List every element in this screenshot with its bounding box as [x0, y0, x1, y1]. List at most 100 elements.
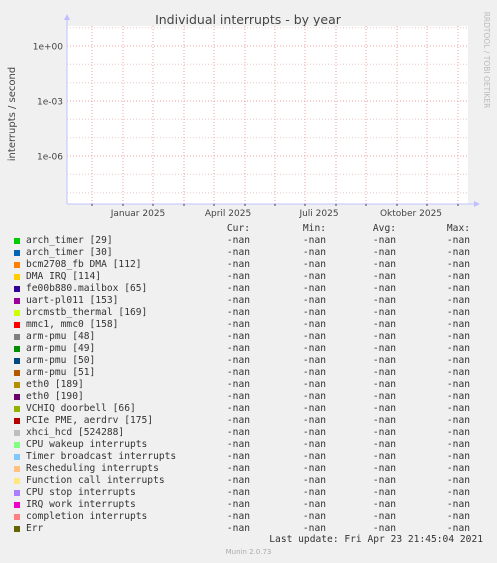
legend-value-max: -nan [446, 319, 470, 330]
legend-value-max: -nan [446, 475, 470, 486]
legend-swatch [14, 346, 20, 352]
legend-value-cur: -nan [226, 331, 250, 342]
legend-swatch [14, 490, 20, 496]
legend-value-avg: -nan [372, 403, 396, 414]
legend-value-max: -nan [446, 271, 470, 282]
legend-value-max: -nan [446, 403, 470, 414]
legend-value-cur: -nan [226, 439, 250, 450]
legend-value-cur: -nan [226, 403, 250, 414]
legend-value-min: -nan [302, 415, 326, 426]
legend-value-avg: -nan [372, 319, 396, 330]
legend-value-max: -nan [446, 355, 470, 366]
legend-row: bcm2708_fb DMA [112] -nan -nan -nan -nan [0, 259, 497, 271]
legend-row: Rescheduling interrupts -nan -nan -nan -nan [0, 463, 497, 475]
chart-title: Individual interrupts - by year [155, 12, 342, 27]
legend-row: CPU stop interrupts -nan -nan -nan -nan [0, 487, 497, 499]
legend-value-min: -nan [302, 487, 326, 498]
legend-value-avg: -nan [372, 487, 396, 498]
legend-swatch [14, 466, 20, 472]
y-axis-label: interrupts / second [7, 67, 18, 161]
legend-value-max: -nan [446, 235, 470, 246]
legend-series-name: eth0 [189] [26, 379, 84, 390]
legend-swatch [14, 238, 20, 244]
legend-row: VCHIQ doorbell [66] -nan -nan -nan -nan [0, 403, 497, 415]
legend-series-name: DMA IRQ [114] [26, 271, 102, 282]
legend-value-min: -nan [302, 439, 326, 450]
legend-swatch [14, 406, 20, 412]
legend-value-min: -nan [302, 235, 326, 246]
legend-value-cur: -nan [226, 379, 250, 390]
legend-value-max: -nan [446, 247, 470, 258]
legend-value-avg: -nan [372, 391, 396, 402]
legend-row: completion interrupts -nan -nan -nan -nan [0, 511, 497, 523]
rrdtool-watermark: RRDTOOL / TOBI OETIKER [482, 12, 491, 109]
y-tick-label: 1e+00 [33, 43, 64, 53]
legend-series-name: IRQ work interrupts [26, 499, 136, 510]
x-tick-label: April 2025 [205, 209, 251, 219]
legend-swatch [14, 382, 20, 388]
header-max: Max: [446, 223, 470, 234]
legend-value-min: -nan [302, 355, 326, 366]
legend-value-cur: -nan [226, 367, 250, 378]
legend-value-max: -nan [446, 427, 470, 438]
legend-value-avg: -nan [372, 427, 396, 438]
legend-swatch [14, 298, 20, 304]
header-min: Min: [302, 223, 326, 234]
legend-series-name: eth0 [190] [26, 391, 84, 402]
legend-value-min: -nan [302, 499, 326, 510]
legend-value-min: -nan [302, 307, 326, 318]
legend-value-cur: -nan [226, 487, 250, 498]
legend-series-name: Function call interrupts [26, 475, 165, 486]
legend-swatch [14, 286, 20, 292]
legend-series-name: CPU stop interrupts [26, 487, 136, 498]
legend-value-avg: -nan [372, 307, 396, 318]
legend-value-max: -nan [446, 499, 470, 510]
legend-swatch [14, 430, 20, 436]
legend-value-avg: -nan [372, 499, 396, 510]
legend-swatch [14, 502, 20, 508]
legend-value-cur: -nan [226, 511, 250, 522]
legend-series-name: xhci_hcd [524288] [26, 427, 125, 438]
legend-value-cur: -nan [226, 391, 250, 402]
legend-row: IRQ work interrupts -nan -nan -nan -nan [0, 499, 497, 511]
legend-row: DMA IRQ [114] -nan -nan -nan -nan [0, 271, 497, 283]
legend-series-name: arm-pmu [50] [26, 355, 96, 366]
legend-value-min: -nan [302, 463, 326, 474]
legend-series-name: brcmstb_thermal [169] [26, 307, 148, 318]
legend-value-min: -nan [302, 343, 326, 354]
legend-value-cur: -nan [226, 283, 250, 294]
legend-row: arch_timer [29] -nan -nan -nan -nan [0, 235, 497, 247]
legend-value-max: -nan [446, 331, 470, 342]
legend-value-min: -nan [302, 379, 326, 390]
munin-version: Munin 2.0.73 [225, 548, 272, 556]
legend-series-name: PCIe PME, aerdrv [175] [26, 415, 154, 426]
header-cur: Cur: [226, 223, 250, 234]
legend-swatch [14, 322, 20, 328]
legend-value-max: -nan [446, 391, 470, 402]
legend-value-avg: -nan [372, 283, 396, 294]
legend-value-avg: -nan [372, 295, 396, 306]
legend-row: fe00b880.mailbox [65] -nan -nan -nan -nan [0, 283, 497, 295]
legend-value-min: -nan [302, 331, 326, 342]
x-tick-labels: Januar 2025 April 2025 Juli 2025 Oktober 20… [110, 209, 442, 219]
legend-row: brcmstb_thermal [169] -nan -nan -nan -nan [0, 307, 497, 319]
legend-value-min: -nan [302, 427, 326, 438]
legend-value-cur: -nan [226, 451, 250, 462]
legend-value-avg: -nan [372, 271, 396, 282]
legend-swatch [14, 250, 20, 256]
legend-series-name: arm-pmu [48] [26, 331, 96, 342]
legend-row: Function call interrupts -nan -nan -nan -nan [0, 475, 497, 487]
legend-value-cur: -nan [226, 271, 250, 282]
legend-value-min: -nan [302, 475, 326, 486]
legend-value-avg: -nan [372, 259, 396, 270]
legend-value-cur: -nan [226, 463, 250, 474]
legend-value-min: -nan [302, 367, 326, 378]
legend-value-min: -nan [302, 247, 326, 258]
legend-swatch [14, 418, 20, 424]
legend-series-name: mmc1, mmc0 [158] [26, 319, 119, 330]
y-axis-arrow [64, 14, 70, 20]
legend-value-min: -nan [302, 391, 326, 402]
legend-value-cur: -nan [226, 415, 250, 426]
legend-value-avg: -nan [372, 511, 396, 522]
legend-value-cur: -nan [226, 343, 250, 354]
